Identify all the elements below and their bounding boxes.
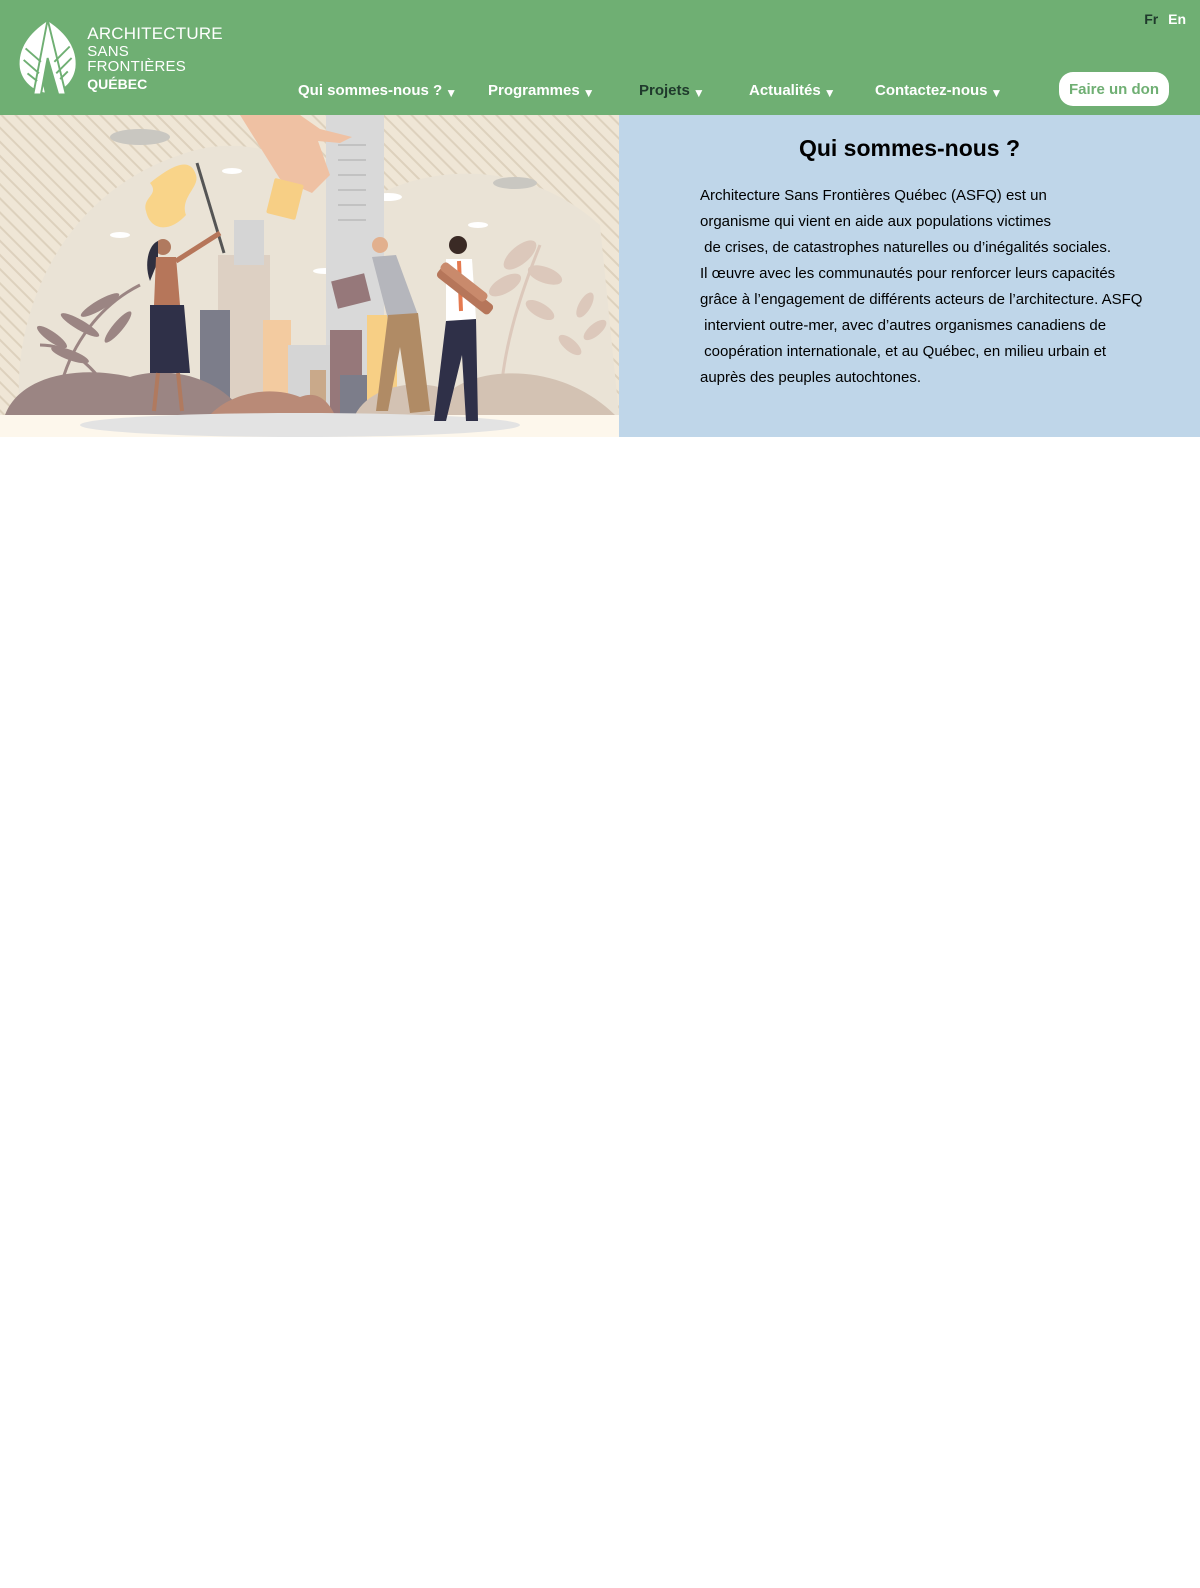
- caret-down-icon: ▼: [990, 85, 1003, 100]
- about-line: intervient outre-mer, avec d’autres orga…: [700, 317, 1107, 334]
- caret-down-icon: ▼: [582, 85, 595, 100]
- logo-line-2: SANS FRONTIÈRES: [87, 43, 186, 75]
- donate-button[interactable]: Faire un don: [1059, 72, 1169, 106]
- about-line: auprès des peuples autochtones.: [700, 369, 921, 386]
- asfq-leaf-logo-icon: [19, 19, 76, 96]
- nav-projets[interactable]: Projets ▼: [639, 82, 705, 100]
- about-line: Architecture Sans Frontières Québec (ASF…: [700, 187, 1047, 204]
- caret-down-icon: ▼: [445, 85, 458, 100]
- about-line: organisme qui vient en aide aux populati…: [700, 213, 1052, 230]
- logo-wordmark: ARCHITECTURE SANS FRONTIÈRES QUÉBEC: [87, 25, 226, 91]
- logo-line-1: ARCHITECTURE: [87, 24, 223, 43]
- nav-label: Actualités: [749, 82, 821, 99]
- nav-label: Contactez-nous: [875, 82, 988, 99]
- lang-fr-link[interactable]: Fr: [1144, 11, 1158, 27]
- nav-label: Programmes: [488, 82, 580, 99]
- nav-qui-sommes-nous[interactable]: Qui sommes-nous ? ▼: [298, 82, 458, 100]
- about-line: de crises, de catastrophes naturelles ou…: [700, 239, 1112, 256]
- about-description: Architecture Sans Frontières Québec (ASF…: [700, 183, 1180, 391]
- community-architecture-illustration: [0, 115, 619, 437]
- caret-down-icon: ▼: [692, 85, 705, 100]
- about-line: coopération internationale, et au Québec…: [700, 343, 1107, 360]
- site-header: ARCHITECTURE SANS FRONTIÈRES QUÉBEC Fr E…: [0, 0, 1200, 115]
- nav-programmes[interactable]: Programmes ▼: [488, 82, 595, 100]
- site-logo[interactable]: ARCHITECTURE SANS FRONTIÈRES QUÉBEC: [16, 18, 226, 98]
- nav-contactez-nous[interactable]: Contactez-nous ▼: [875, 82, 1003, 100]
- nav-label: Projets: [639, 82, 690, 99]
- language-switcher: Fr En: [1138, 11, 1186, 27]
- about-title: Qui sommes-nous ?: [798, 135, 1021, 161]
- about-section: Qui sommes-nous ? Architecture Sans Fron…: [619, 115, 1200, 437]
- hero-illustration: [0, 115, 619, 437]
- nav-actualites[interactable]: Actualités ▼: [749, 82, 836, 100]
- about-line: Il œuvre avec les communautés pour renfo…: [700, 265, 1116, 282]
- about-line: grâce à l’engagement de différents acteu…: [700, 291, 1143, 308]
- lang-en-link[interactable]: En: [1168, 11, 1186, 27]
- logo-line-3: QUÉBEC: [87, 76, 148, 92]
- nav-label: Qui sommes-nous ?: [298, 82, 443, 99]
- caret-down-icon: ▼: [823, 85, 836, 100]
